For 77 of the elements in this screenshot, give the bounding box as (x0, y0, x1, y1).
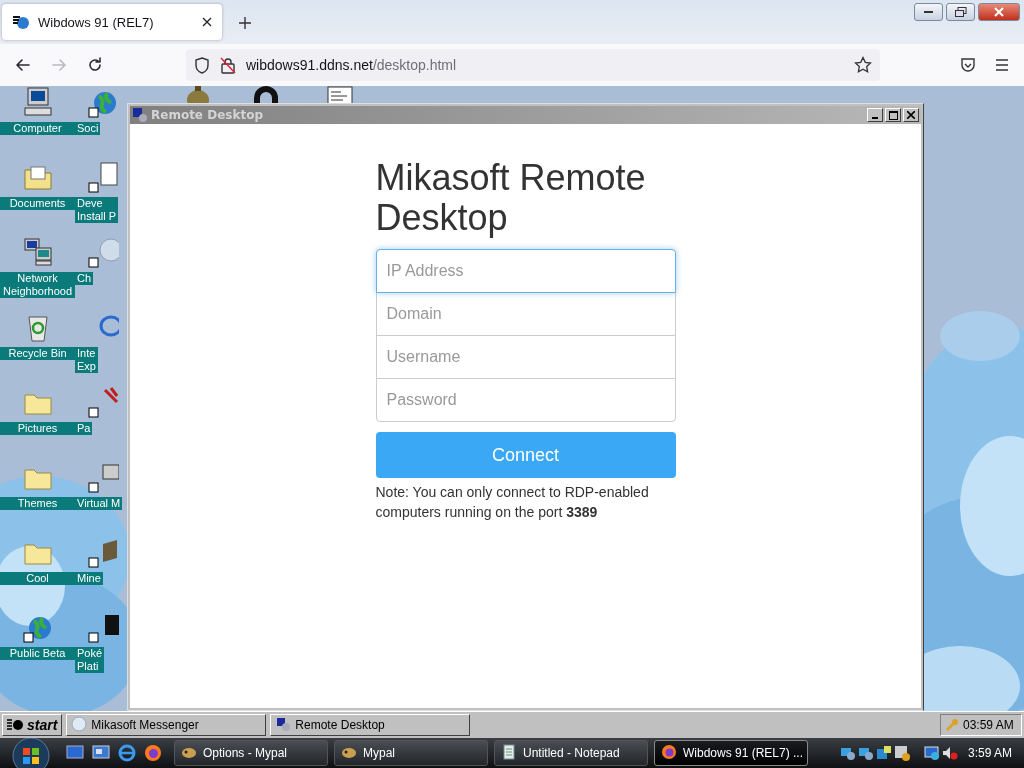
close-icon (907, 111, 915, 119)
input-field[interactable]: IP Address (375, 249, 676, 293)
window-title: Remote Desktop (151, 108, 263, 122)
taskbar-button[interactable]: Remote Desktop (270, 714, 471, 736)
desktop-icon[interactable] (66, 744, 84, 760)
start-orb-icon[interactable] (12, 738, 50, 768)
star-icon[interactable] (854, 56, 872, 74)
start-logo-icon (7, 718, 23, 732)
minimize-icon (923, 10, 934, 14)
windows-icon[interactable] (875, 745, 892, 761)
windows-icon[interactable] (92, 744, 110, 760)
address-bar[interactable]: wibdows91.ddns.net/desktop.html (186, 49, 880, 81)
note-text: Note: You can only connect to RDP-enabled computers running on the port 3389 (375, 483, 650, 522)
document-icon[interactable] (327, 86, 353, 103)
computer-icon (132, 107, 148, 123)
sphere-icon[interactable] (87, 236, 119, 268)
taskbar-button[interactable]: Wibdows 91 (REL7) ... (654, 740, 808, 766)
firefox-icon[interactable] (144, 744, 162, 762)
network-icon[interactable] (857, 745, 874, 761)
icon-label: Themes (0, 497, 75, 510)
minimize-button[interactable] (914, 3, 943, 21)
menu-icon[interactable] (994, 57, 1010, 73)
muted-speaker-icon[interactable] (941, 745, 958, 761)
icon-label: Cool (0, 572, 75, 585)
maximize-button[interactable] (885, 108, 901, 122)
taskbar-button[interactable]: Untitled - Notepad (494, 740, 648, 766)
clock: 03:59 AM (963, 718, 1014, 732)
icon-label: Virtual M (75, 497, 123, 510)
icon-label: Pa (75, 422, 93, 435)
new-tab-icon[interactable] (238, 16, 252, 30)
url-text: wibdows91.ddns.net/desktop.html (246, 57, 457, 73)
icon-label: Ch (75, 272, 94, 285)
icon-label: Recycle Bin (0, 347, 75, 360)
close-icon (994, 7, 1004, 17)
pocket-icon[interactable] (960, 57, 976, 73)
icon-label: Inte Exp (75, 347, 98, 373)
icon-label: Public Beta (0, 647, 75, 660)
input-field[interactable]: Password (375, 378, 676, 422)
taskbar-button[interactable]: Options - Mypal (174, 740, 328, 766)
page-icon (12, 13, 30, 31)
icon-label: Mine (75, 572, 103, 585)
icon-label: Pictures (0, 422, 75, 435)
app-heading: Mikasoft Remote Desktop (375, 158, 647, 238)
icon-label: Computer (0, 122, 75, 135)
document-icon[interactable] (87, 161, 119, 193)
taskbar-button[interactable]: Mypal (334, 740, 488, 766)
back-icon[interactable] (14, 56, 32, 74)
input-field[interactable]: Domain (375, 292, 676, 336)
tab-title: Wibdows 91 (REL7) (38, 14, 155, 30)
bubble-icon (71, 715, 88, 732)
restore-icon (954, 7, 967, 17)
monitor-icon[interactable] (923, 745, 940, 761)
computer-icon[interactable] (21, 86, 54, 118)
network-icon[interactable] (839, 745, 856, 761)
firefox-icon (661, 743, 677, 760)
network-computers-icon[interactable] (21, 236, 54, 268)
monitor-icon[interactable] (87, 461, 119, 493)
restore-button[interactable] (946, 3, 975, 21)
close-icon[interactable] (202, 17, 212, 27)
notepad-icon (501, 743, 517, 760)
lock-icon[interactable] (220, 56, 236, 74)
taskbar-button[interactable]: Mikasoft Messenger (66, 714, 267, 736)
shield-icon[interactable] (194, 56, 210, 74)
clock: 3:59 AM (967, 746, 1012, 760)
icon-label: Deve Install P (75, 197, 119, 223)
browser-e-icon[interactable] (118, 744, 136, 762)
browser-tab[interactable]: Wibdows 91 (REL7) (2, 4, 222, 40)
maximize-icon (888, 110, 898, 120)
start-button[interactable]: start (2, 714, 63, 736)
icon-label: Soci (75, 122, 101, 135)
reload-icon[interactable] (86, 56, 104, 74)
brush-icon[interactable] (87, 386, 119, 418)
icon-label: Network Neighborhood (0, 272, 75, 298)
input-field[interactable]: Username (375, 335, 676, 379)
icon-label: Documents (0, 197, 75, 210)
computer-icon (275, 715, 292, 732)
icon-label: Poké Plati (75, 647, 105, 673)
